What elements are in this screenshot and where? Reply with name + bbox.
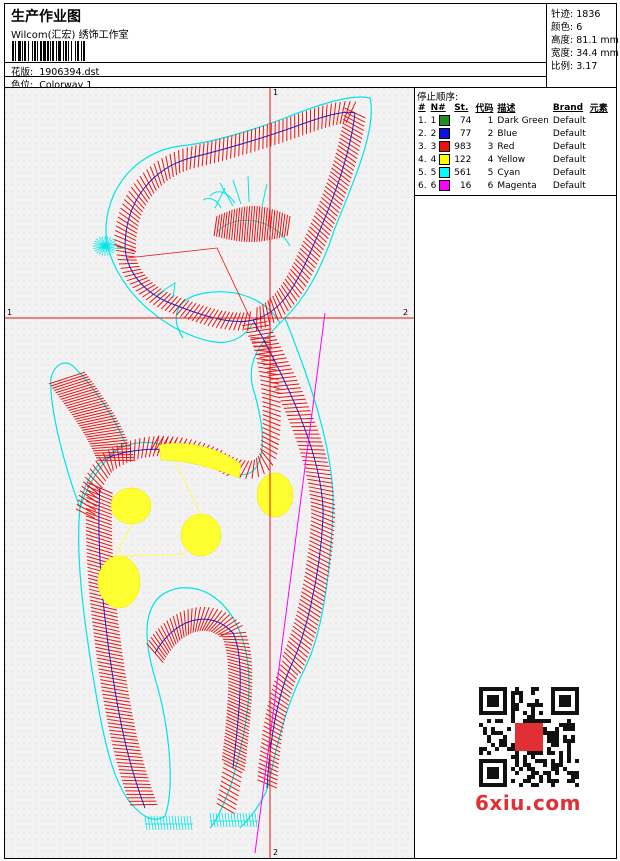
- row-stitches: 16: [459, 180, 472, 191]
- table-row[interactable]: 6. 6 16 6 Magenta Default: [416, 179, 610, 192]
- row-brand: Default: [552, 128, 586, 139]
- row-element: [588, 166, 610, 179]
- row-code: 2: [487, 128, 494, 139]
- row-index: 5.: [418, 167, 427, 178]
- stop-sequence-panel: 停止顺序: # N# St. 代码 描述 Brand 元素 1. 1 74 1 Dar…: [414, 87, 617, 859]
- row-element: [588, 153, 610, 166]
- table-row[interactable]: 2. 2 77 2 Blue Default: [416, 127, 610, 140]
- row-code: 4: [487, 154, 494, 165]
- row-element: [588, 127, 610, 140]
- row-stitches: 983: [454, 141, 472, 152]
- axis-label-bottom: 2: [273, 848, 279, 857]
- row-number: 2: [429, 127, 453, 140]
- color-swatch: [439, 154, 451, 165]
- row-element: [588, 179, 610, 192]
- watermark-logo: 6xiu.com: [475, 791, 581, 815]
- axis-label-left: 1: [7, 308, 13, 317]
- color-swatch: [439, 167, 451, 178]
- row-code: 6: [487, 180, 494, 191]
- row-brand: Default: [552, 167, 586, 178]
- row-number: 4: [429, 153, 453, 166]
- table-header-row: # N# St. 代码 描述 Brand 元素: [416, 101, 610, 115]
- row-element: [588, 140, 610, 153]
- row-index: 3.: [418, 141, 427, 152]
- row-index: 2.: [418, 128, 427, 139]
- row-stitches: 77: [459, 128, 472, 139]
- row-description: Magenta: [497, 180, 537, 191]
- row-description: Dark Green: [497, 115, 549, 126]
- row-number: 3: [429, 140, 453, 153]
- table-row[interactable]: 3. 3 983 3 Red Default: [416, 140, 610, 153]
- stat-scale: 比例: 3.17: [551, 61, 598, 72]
- row-index: 1.: [418, 115, 427, 126]
- row-brand: Default: [552, 180, 586, 191]
- stat-stitches: 针迹: 1836: [551, 9, 601, 20]
- column-header: #: [418, 102, 426, 113]
- column-header: Brand: [552, 102, 584, 113]
- row-description: Red: [497, 141, 515, 152]
- stats-panel: 针迹: 1836 颜色: 6 高度: 81.1 mm 宽度: 34.4 mm 比…: [546, 3, 619, 88]
- row-description: Yellow: [497, 154, 526, 165]
- qr-code-image: [471, 681, 586, 799]
- color-swatch: [439, 141, 451, 152]
- row-element: [588, 114, 610, 127]
- company-name: Wilcom(汇宏) 绣饰工作室: [11, 30, 129, 41]
- embroidery-drawing: [5, 88, 414, 858]
- row-number: 1: [429, 114, 453, 127]
- row-brand: Default: [552, 115, 586, 126]
- axis-label-top: 1: [273, 88, 279, 97]
- header-panel: 生产作业图 Wilcom(汇宏) 绣饰工作室 花版: 1906394.dst 色位…: [4, 3, 547, 91]
- design-canvas[interactable]: 1 2 1 2: [4, 87, 415, 859]
- table-row[interactable]: 4. 4 122 4 Yellow Default: [416, 153, 610, 166]
- table-row[interactable]: 5. 5 561 5 Cyan Default: [416, 166, 610, 179]
- row-stitches: 122: [454, 154, 472, 165]
- table-row[interactable]: 1. 1 74 1 Dark Green Default: [416, 114, 610, 127]
- stat-colors: 颜色: 6: [551, 22, 583, 33]
- stat-width: 宽度: 34.4 mm: [551, 48, 619, 59]
- column-header: N#: [430, 102, 446, 113]
- row-brand: Default: [552, 154, 586, 165]
- stat-height: 高度: 81.1 mm: [551, 35, 619, 46]
- axis-label-right: 2: [403, 308, 409, 317]
- document-title: 生产作业图: [11, 9, 81, 25]
- column-header: 代码: [475, 104, 494, 114]
- table-divider: [415, 195, 616, 196]
- row-number: 5: [429, 166, 453, 179]
- color-swatch: [439, 115, 451, 126]
- row-code: 1: [487, 115, 494, 126]
- color-swatch: [439, 180, 451, 191]
- row-description: Blue: [497, 128, 518, 139]
- row-brand: Default: [552, 141, 586, 152]
- color-swatch: [439, 128, 451, 139]
- column-header: 元素: [589, 104, 608, 114]
- column-header: 描述: [497, 104, 516, 114]
- row-description: Cyan: [497, 167, 521, 178]
- column-header: St.: [454, 102, 469, 113]
- row-number: 6: [429, 179, 453, 192]
- stop-sequence-table: # N# St. 代码 描述 Brand 元素 1. 1 74 1 Dark Gree…: [416, 101, 610, 192]
- barcode-image: [12, 41, 85, 61]
- row-stitches: 74: [459, 115, 472, 126]
- row-index: 4.: [418, 154, 427, 165]
- row-stitches: 561: [454, 167, 472, 178]
- header-divider: [5, 62, 546, 63]
- row-index: 6.: [418, 180, 427, 191]
- row-code: 5: [487, 167, 494, 178]
- row-code: 3: [487, 141, 494, 152]
